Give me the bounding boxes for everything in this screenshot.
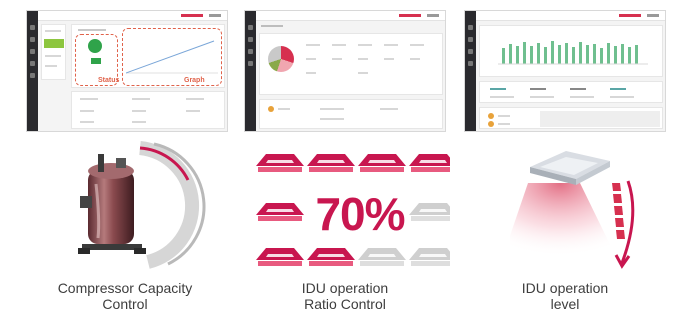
indoor-unit-icon: [256, 154, 304, 172]
caption-line: Ratio Control: [304, 296, 386, 312]
indoor-unit-icon-inactive: [358, 248, 406, 266]
status-graph-panel: Status Graph: [71, 24, 225, 88]
compressor-icon: [78, 141, 206, 269]
indoor-unit-icon: [256, 248, 304, 266]
graph-tag: Graph: [184, 77, 205, 84]
data-table: [71, 91, 225, 129]
status-tag: Status: [98, 77, 120, 84]
level-bars-panel: [479, 25, 663, 77]
top-bar: [38, 11, 227, 21]
indoor-unit-icon-inactive: [409, 203, 450, 221]
indoor-unit-icon: [358, 154, 406, 172]
top-bar: [256, 11, 445, 21]
ratio-panel: [259, 33, 443, 95]
screenshot-idu-ratio: [244, 10, 446, 132]
sidebar-rail: [27, 11, 38, 131]
sidebar-rail: [465, 11, 476, 131]
caption-line: Compressor Capacity: [57, 280, 193, 296]
trend-line: [126, 40, 218, 74]
indoor-unit-icon: [256, 203, 304, 221]
screenshot-compressor-status: Status Graph: [26, 10, 228, 132]
airflow-level-icon: [612, 180, 635, 269]
caption-line: IDU operation: [521, 280, 609, 296]
caption-line: Control: [102, 296, 148, 312]
indoor-unit-icon: [307, 154, 355, 172]
unit-list-panel: [41, 24, 66, 80]
caption-compressor: Compressor Capacity Control: [25, 280, 225, 312]
level-bar-chart: [498, 41, 648, 65]
screenshot-idu-level: [464, 10, 666, 132]
caption-line: level: [550, 296, 580, 312]
caption-line: IDU operation: [301, 280, 389, 296]
pie-chart-icon: [268, 46, 294, 72]
caption-idu-ratio: IDU operation Ratio Control: [245, 280, 445, 312]
indoor-unit-icon: [409, 154, 450, 172]
caption-idu-level: IDU operation level: [465, 280, 665, 312]
ceiling-cassette-icon: [510, 151, 635, 269]
indoor-unit-icon: [307, 248, 355, 266]
unit-detail-panel: [259, 99, 443, 129]
sidebar-rail: [245, 11, 256, 131]
top-bar: [476, 11, 665, 21]
unit-list-panel: [479, 107, 663, 129]
indoor-unit-icon-inactive: [409, 248, 450, 266]
status-ok-icon: [88, 39, 102, 53]
ratio-value: 70%: [315, 188, 405, 240]
unit-cards-row: [479, 81, 663, 103]
